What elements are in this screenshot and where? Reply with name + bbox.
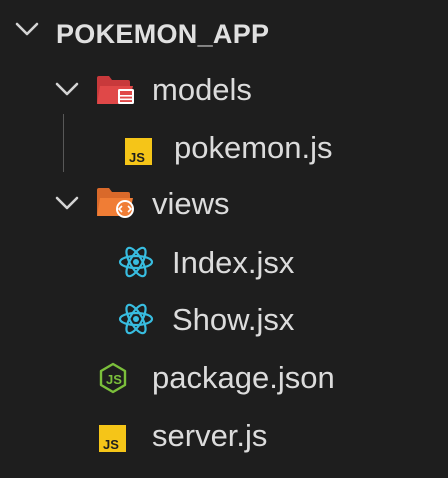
svg-text:JS: JS <box>103 437 119 452</box>
tree-item-label: Index.jsx <box>172 245 295 280</box>
folder-open-models-icon <box>97 76 134 104</box>
folder-open-views-icon <box>97 188 134 218</box>
tree-item-package-json[interactable]: JS package.json <box>0 346 448 406</box>
chevron-down-icon[interactable] <box>52 74 88 110</box>
tree-item-label: pokemon.js <box>174 130 333 165</box>
file-explorer: POKEMON_APP models JS pokemon.js views I… <box>0 0 448 478</box>
explorer-root-folder[interactable]: POKEMON_APP <box>0 2 448 62</box>
nodejs-icon: JS <box>99 362 127 394</box>
react-icon <box>118 303 154 335</box>
javascript-file-icon: JS <box>125 138 152 165</box>
tree-item-label: Show.jsx <box>172 302 295 337</box>
chevron-down-icon[interactable] <box>52 188 88 224</box>
tree-item-label: models <box>152 72 252 107</box>
javascript-file-icon: JS <box>99 425 126 452</box>
tree-item-show-jsx[interactable]: Show.jsx <box>0 288 448 348</box>
tree-item-models[interactable]: models <box>0 58 448 118</box>
tree-item-index-jsx[interactable]: Index.jsx <box>0 230 448 290</box>
chevron-down-icon[interactable] <box>12 14 48 50</box>
root-folder-label: POKEMON_APP <box>56 19 270 49</box>
tree-item-views[interactable]: views <box>0 172 448 232</box>
react-icon <box>118 246 154 278</box>
tree-item-server-js[interactable]: JS server.js <box>0 404 448 464</box>
tree-item-pokemon-js[interactable]: JS pokemon.js <box>0 116 448 176</box>
tree-item-label: server.js <box>152 418 268 453</box>
tree-item-label: views <box>152 186 230 221</box>
svg-text:JS: JS <box>129 150 145 165</box>
tree-item-label: package.json <box>152 360 335 395</box>
svg-text:JS: JS <box>106 372 122 387</box>
